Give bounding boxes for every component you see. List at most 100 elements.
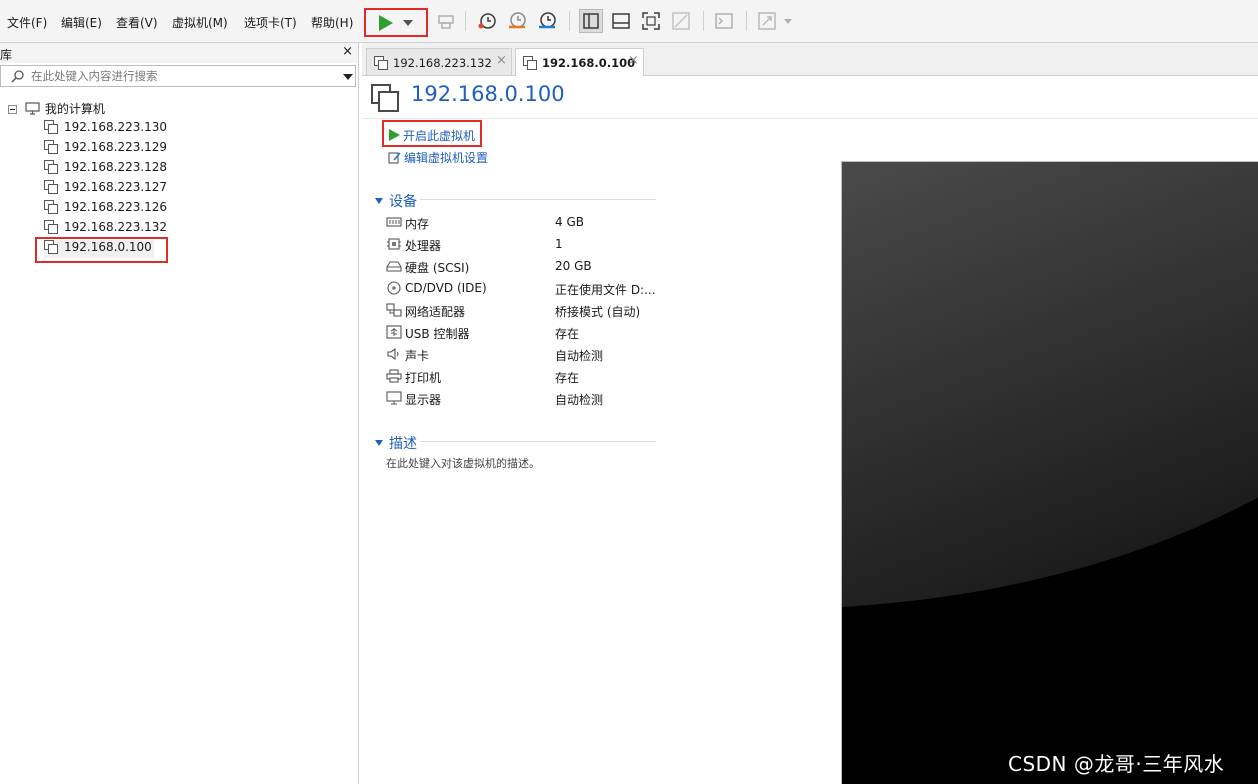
divider bbox=[362, 118, 1258, 119]
tree-item-vm[interactable]: 192.168.223.132 bbox=[44, 220, 167, 238]
tree-item-vm[interactable]: 192.168.223.128 bbox=[44, 160, 167, 178]
vm-icon bbox=[44, 240, 58, 254]
tree-item-vm[interactable]: 192.168.223.129 bbox=[44, 140, 167, 158]
send-keys-icon[interactable] bbox=[436, 11, 456, 31]
show-library-toggle[interactable] bbox=[579, 9, 603, 33]
description-section-title: 描述 bbox=[389, 436, 417, 452]
dropdown-arrow-icon[interactable] bbox=[403, 20, 413, 26]
tree-item-vm-selected[interactable]: 192.168.0.100 bbox=[44, 240, 154, 258]
description-section-header[interactable]: 描述 bbox=[375, 433, 417, 453]
device-value: 自动检测 bbox=[555, 349, 604, 363]
menu-file[interactable]: 文件(F) bbox=[7, 14, 47, 31]
library-panel-icon bbox=[583, 13, 599, 29]
device-value: 自动检测 bbox=[555, 393, 604, 407]
edit-settings-icon bbox=[388, 152, 401, 164]
full-screen-icon[interactable] bbox=[641, 11, 661, 31]
collapse-icon[interactable] bbox=[8, 105, 17, 114]
tab-label: 192.168.0.100 bbox=[542, 56, 636, 70]
menu-edit[interactable]: 编辑(E) bbox=[61, 14, 102, 31]
edit-vm-settings-link[interactable]: 编辑虚拟机设置 bbox=[388, 149, 488, 166]
vm-icon bbox=[44, 160, 58, 174]
tree-item-label: 192.168.0.100 bbox=[64, 240, 152, 254]
tab-vm-192-168-223-132[interactable]: 192.168.223.132 × bbox=[366, 48, 512, 75]
tree-item-label: 192.168.223.130 bbox=[64, 120, 168, 134]
collapse-caret-icon bbox=[375, 198, 383, 204]
description-text[interactable]: 在此处键入对该虚拟机的描述。 bbox=[386, 455, 540, 471]
devices-section-title: 设备 bbox=[389, 194, 417, 210]
vm-icon bbox=[44, 180, 58, 194]
network-adapter-icon bbox=[386, 303, 402, 317]
device-row-processor[interactable]: 处理器 1 bbox=[386, 237, 656, 257]
hard-disk-icon bbox=[386, 261, 402, 272]
play-icon bbox=[389, 129, 400, 141]
menu-view[interactable]: 查看(V) bbox=[116, 14, 158, 31]
menu-tabs[interactable]: 选项卡(T) bbox=[244, 14, 297, 31]
tree-item-label: 192.168.223.126 bbox=[64, 200, 168, 214]
stretch-guest-icon[interactable] bbox=[757, 11, 777, 31]
vm-icon bbox=[44, 200, 58, 214]
thumbnail-bar-icon[interactable] bbox=[611, 11, 631, 31]
library-panel: 库 × 我的计算机 192.168.223.130 192.168.223.12… bbox=[0, 43, 359, 784]
device-row-memory[interactable]: 内存 4 GB bbox=[386, 215, 656, 235]
tree-root-my-computer[interactable]: 我的计算机 bbox=[8, 100, 105, 118]
tab-vm-192-168-0-100[interactable]: 192.168.0.100 × bbox=[515, 48, 644, 76]
tree-root-label: 我的计算机 bbox=[44, 102, 105, 116]
library-search-box[interactable] bbox=[0, 65, 356, 87]
stretch-dropdown-icon[interactable] bbox=[784, 19, 792, 24]
vm-screen-preview[interactable] bbox=[841, 161, 1258, 784]
power-on-vm-link[interactable]: 开启此虚拟机 bbox=[388, 127, 475, 144]
snapshot-icon[interactable] bbox=[477, 11, 497, 31]
menu-help[interactable]: 帮助(H) bbox=[311, 14, 353, 31]
device-value: 存在 bbox=[555, 371, 580, 385]
device-value: 20 GB bbox=[555, 259, 592, 273]
tab-close-button[interactable]: × bbox=[628, 53, 639, 68]
device-row-printer[interactable]: 打印机 存在 bbox=[386, 369, 656, 389]
library-title: 库 bbox=[0, 48, 13, 62]
tab-bar: 192.168.223.132 × 192.168.0.100 × bbox=[362, 43, 1258, 76]
section-divider bbox=[420, 441, 656, 442]
device-row-network-adapter[interactable]: 网络适配器 桥接模式 (自动) bbox=[386, 303, 656, 323]
tree-item-label: 192.168.223.128 bbox=[64, 160, 168, 174]
console-view-icon[interactable] bbox=[714, 11, 734, 31]
devices-section-header[interactable]: 设备 bbox=[375, 191, 417, 211]
device-name: 内存 bbox=[405, 217, 430, 231]
watermark: CSDN @龙哥·三年风水 bbox=[1008, 752, 1225, 776]
device-row-display[interactable]: 显示器 自动检测 bbox=[386, 391, 656, 411]
library-header: 库 × bbox=[0, 43, 358, 63]
vm-title: 192.168.0.100 bbox=[411, 82, 565, 106]
section-divider bbox=[420, 199, 656, 200]
device-name: 硬盘 (SCSI) bbox=[405, 261, 470, 275]
power-on-button[interactable] bbox=[364, 8, 428, 37]
tab-close-button[interactable]: × bbox=[496, 53, 507, 68]
unity-icon[interactable] bbox=[671, 11, 691, 31]
edit-vm-settings-label: 编辑虚拟机设置 bbox=[404, 151, 489, 165]
tab-label: 192.168.223.132 bbox=[393, 56, 492, 70]
device-name: 处理器 bbox=[405, 239, 442, 253]
tree-item-vm[interactable]: 192.168.223.126 bbox=[44, 200, 167, 218]
library-search-input[interactable] bbox=[31, 68, 331, 84]
device-name: USB 控制器 bbox=[405, 327, 470, 341]
tree-item-vm[interactable]: 192.168.223.130 bbox=[44, 120, 167, 138]
device-name: 声卡 bbox=[405, 349, 430, 363]
usb-icon bbox=[386, 325, 402, 339]
tree-item-vm[interactable]: 192.168.223.127 bbox=[44, 180, 167, 198]
device-row-cd-dvd[interactable]: CD/DVD (IDE) 正在使用文件 D:... bbox=[386, 281, 656, 301]
search-dropdown-icon[interactable] bbox=[343, 74, 353, 80]
toolbar-separator bbox=[569, 11, 570, 31]
menu-vm[interactable]: 虚拟机(M) bbox=[172, 14, 228, 31]
device-row-usb-controller[interactable]: USB 控制器 存在 bbox=[386, 325, 656, 345]
device-row-sound-card[interactable]: 声卡 自动检测 bbox=[386, 347, 656, 367]
vm-icon bbox=[44, 140, 58, 154]
vm-icon bbox=[374, 56, 388, 70]
revert-snapshot-icon[interactable] bbox=[507, 11, 527, 31]
device-value: 桥接模式 (自动) bbox=[555, 305, 641, 319]
vm-icon bbox=[44, 120, 58, 134]
tree-item-label: 192.168.223.127 bbox=[64, 180, 168, 194]
snapshot-manager-icon[interactable] bbox=[537, 11, 557, 31]
device-row-hard-disk[interactable]: 硬盘 (SCSI) 20 GB bbox=[386, 259, 656, 279]
tree-item-label: 192.168.223.129 bbox=[64, 140, 168, 154]
sound-card-icon bbox=[387, 347, 399, 361]
tree-item-label: 192.168.223.132 bbox=[64, 220, 168, 234]
library-close-button[interactable]: × bbox=[342, 44, 353, 59]
vm-icon bbox=[44, 220, 58, 234]
